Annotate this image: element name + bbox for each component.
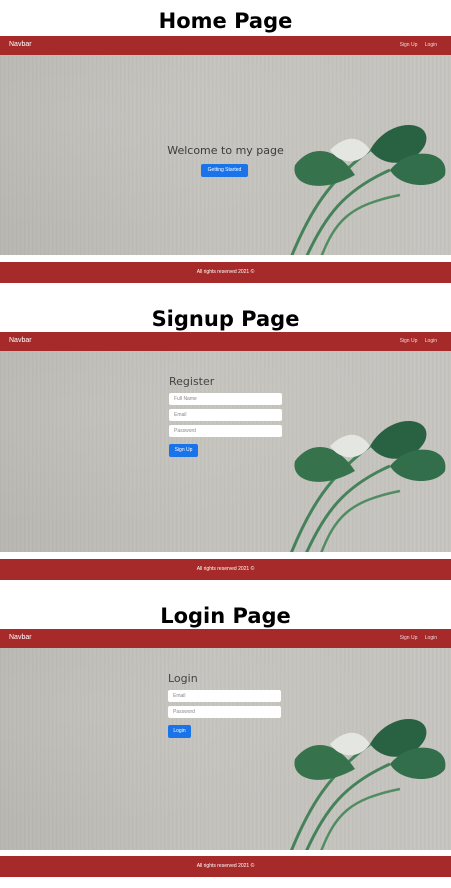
footer-text: All rights reserved 2021 © (196, 269, 255, 275)
register-title: Register (169, 375, 215, 388)
nav-link-signup[interactable]: Sign Up (400, 635, 418, 641)
navbar: Navbar Sign Up Login (0, 629, 451, 648)
navbar-brand[interactable]: Navbar (9, 634, 32, 641)
signup-page-heading: Signup Page (151, 307, 300, 331)
nav-link-signup[interactable]: Sign Up (400, 42, 418, 48)
welcome-text: Welcome to my page (167, 144, 284, 157)
login-title: Login (168, 672, 198, 685)
full-name-field[interactable]: Full Name (169, 393, 282, 405)
getting-started-button[interactable]: Getting Started (201, 164, 248, 177)
navbar-brand[interactable]: Navbar (9, 41, 32, 48)
footer-text: All rights reserved 2021 © (196, 863, 255, 869)
navbar-brand[interactable]: Navbar (9, 337, 32, 344)
email-field[interactable]: Email (168, 690, 281, 702)
footer: All rights reserved 2021 © (0, 262, 451, 283)
email-field[interactable]: Email (169, 409, 282, 421)
login-hero-section: Login Email Password Login (0, 648, 451, 850)
nav-link-login[interactable]: Login (425, 42, 437, 48)
plant-image (290, 719, 446, 850)
password-field[interactable]: Password (169, 425, 282, 437)
home-page-heading: Home Page (158, 9, 293, 33)
footer: All rights reserved 2021 © (0, 559, 451, 580)
navbar: Navbar Sign Up Login (0, 332, 451, 351)
home-hero-section: Welcome to my page Getting Started (0, 55, 451, 255)
nav-link-signup[interactable]: Sign Up (400, 338, 418, 344)
login-button[interactable]: Login (168, 725, 191, 738)
plant-image (290, 125, 446, 255)
sign-up-button[interactable]: Sign Up (169, 444, 198, 457)
footer-text: All rights reserved 2021 © (196, 566, 255, 572)
login-page-heading: Login Page (160, 604, 291, 628)
signup-hero-section: Register Full Name Email Password Sign U… (0, 351, 451, 552)
nav-link-login[interactable]: Login (425, 635, 437, 641)
navbar: Navbar Sign Up Login (0, 36, 451, 55)
nav-link-login[interactable]: Login (425, 338, 437, 344)
password-field[interactable]: Password (168, 706, 281, 718)
footer: All rights reserved 2021 © (0, 856, 451, 877)
